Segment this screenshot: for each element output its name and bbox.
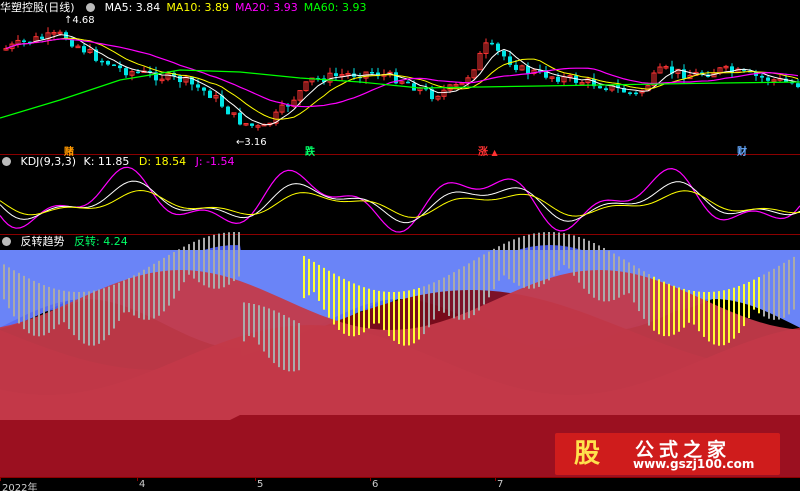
kdj-d-line xyxy=(0,190,800,218)
x-label-apr: 4 xyxy=(139,479,146,490)
candle-body-down xyxy=(406,81,410,84)
x-label-jul: 7 xyxy=(497,479,504,490)
signal-text-4: 财 xyxy=(737,147,747,158)
chart-window: { "header": { "title": "华塑控股(日线)", "ma":… xyxy=(0,0,800,491)
candle-body-down xyxy=(70,39,74,47)
signal-label-3: 涨 ▲ xyxy=(478,143,498,158)
candle-body-down xyxy=(196,84,200,88)
candle-body-down xyxy=(106,61,110,65)
watermark-logo: 股 xyxy=(573,439,600,469)
x-tick xyxy=(0,478,1,481)
x-tick xyxy=(370,478,371,481)
candle-body-down xyxy=(178,75,182,83)
candle-body-down xyxy=(250,123,254,126)
candle-body-down xyxy=(100,60,104,63)
candle-body-down xyxy=(208,90,212,98)
candle-body-down xyxy=(628,92,632,94)
high-price-label: ↑4.68 xyxy=(64,15,95,26)
candle-body-down xyxy=(490,42,494,45)
signal-arrow-icon: ▲ xyxy=(491,148,498,157)
watermark-url: www.gszj100.com xyxy=(633,457,755,471)
x-tick xyxy=(255,478,256,481)
candle-body-down xyxy=(604,88,608,91)
signal-label-2: 跌 xyxy=(305,143,315,158)
signal-text-1: 赌 xyxy=(64,147,74,158)
watermark: 股 公式之家 www.gszj100.com xyxy=(555,433,780,475)
candle-body-down xyxy=(334,73,338,76)
signal-label-1: 赌 xyxy=(64,143,74,158)
x-axis: 2022年 4 5 6 7 xyxy=(0,477,800,491)
high-value: 4.68 xyxy=(72,15,95,26)
candle-body-down xyxy=(514,64,518,70)
candle-body-down xyxy=(238,112,242,125)
x-label-may: 5 xyxy=(257,479,264,490)
candle-body-down xyxy=(40,36,44,39)
candle-body-down xyxy=(112,64,116,67)
kdj-k-line xyxy=(0,180,800,224)
candle-body-down xyxy=(22,40,26,42)
candle-body-down xyxy=(124,68,128,76)
candle-body-down xyxy=(502,50,506,57)
chart-canvas[interactable] xyxy=(0,0,800,491)
signal-label-4: 财 xyxy=(737,143,747,158)
candle-body-down xyxy=(136,71,140,74)
low-price-label: ←3.16 xyxy=(236,137,267,148)
candle-body-down xyxy=(766,77,770,81)
x-label-year: 2022年 xyxy=(2,483,38,491)
candle-body-down xyxy=(556,76,560,82)
candle-body-down xyxy=(202,87,206,91)
candle-body-down xyxy=(598,86,602,89)
candle-body-down xyxy=(496,43,500,51)
x-tick xyxy=(495,478,496,481)
signal-text-3: 涨 xyxy=(478,147,488,158)
low-value: 3.16 xyxy=(244,137,267,148)
candle-body-down xyxy=(760,75,764,78)
x-label-jun: 6 xyxy=(372,479,379,490)
candle-body-down xyxy=(796,83,800,88)
x-tick xyxy=(137,478,138,481)
candle-body-down xyxy=(118,65,122,69)
candle-body-down xyxy=(82,46,86,53)
candle-body-down xyxy=(370,72,374,74)
signal-text-2: 跌 xyxy=(305,147,315,158)
candle-body-down xyxy=(226,106,230,115)
kdj-j-line xyxy=(0,166,800,233)
candle-body-down xyxy=(634,92,638,95)
